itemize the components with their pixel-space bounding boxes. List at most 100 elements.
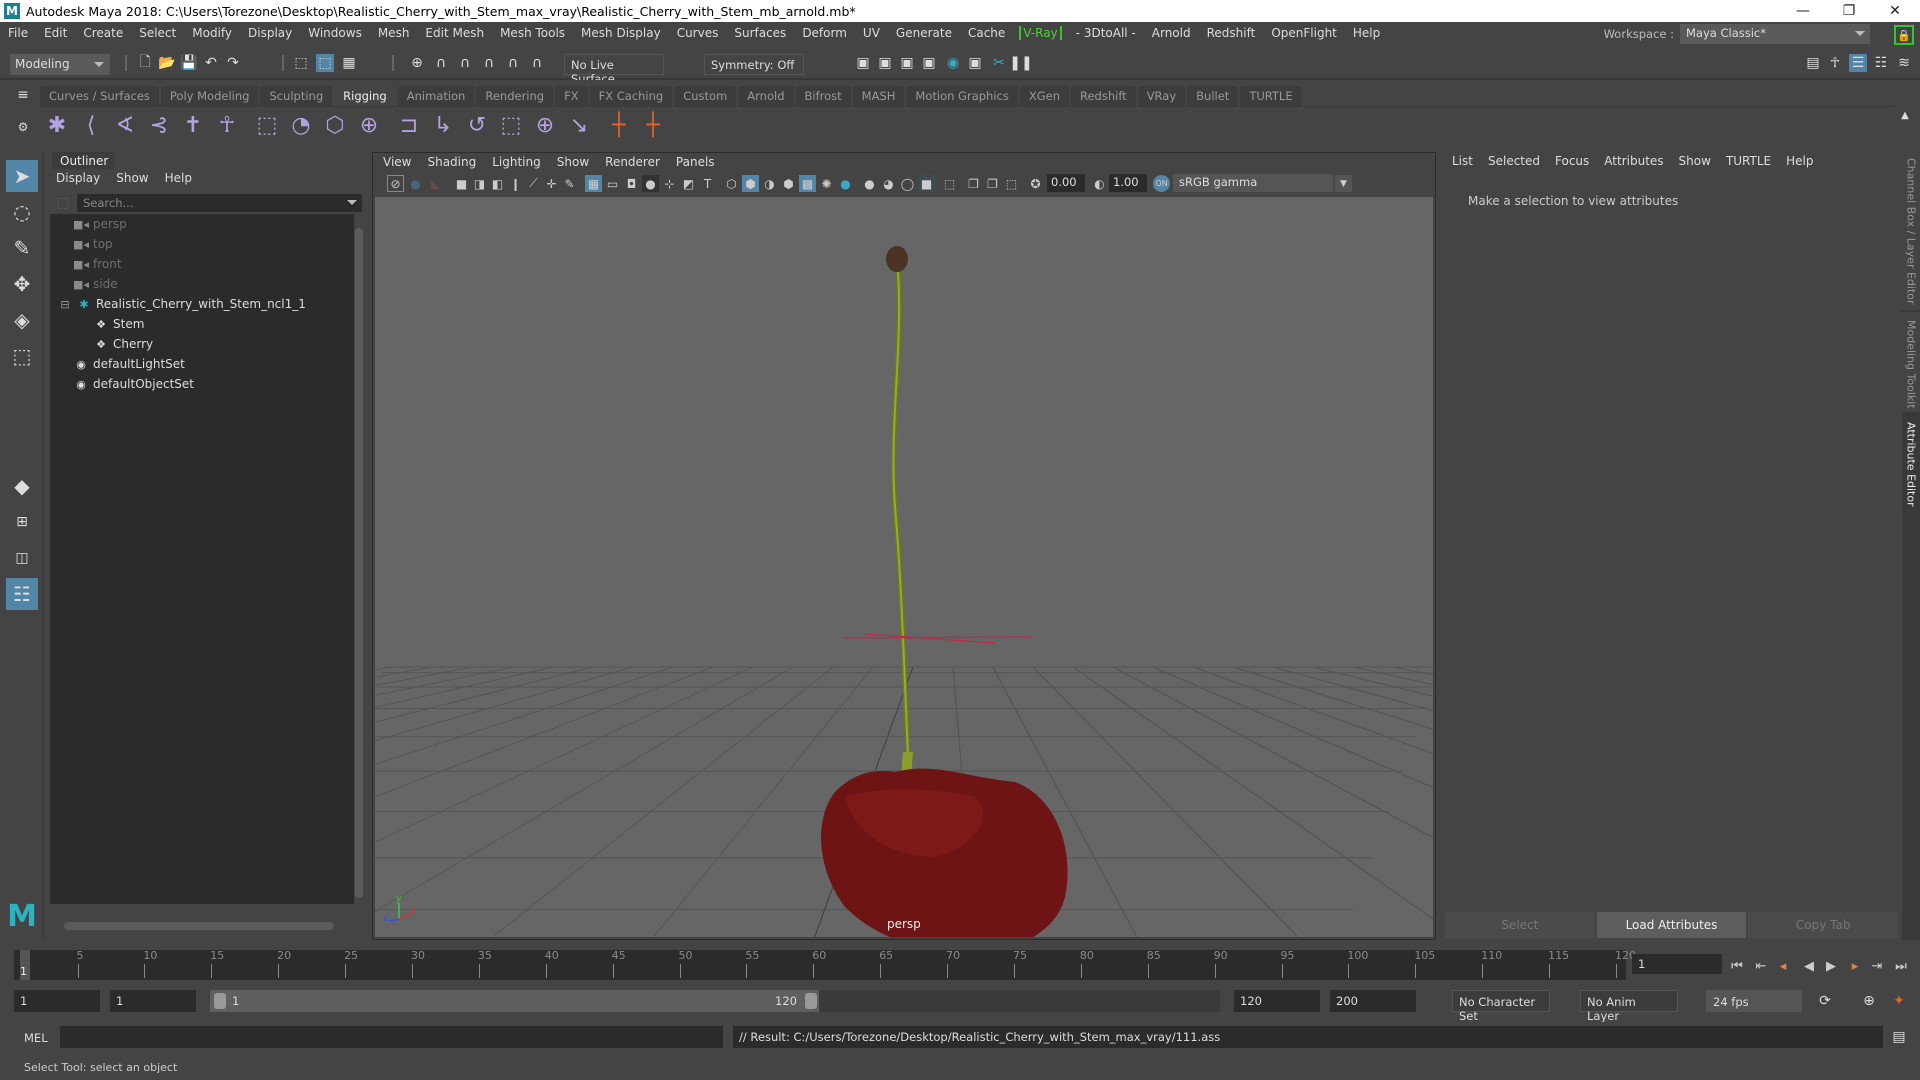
range-bar[interactable]: 1 120 — [210, 990, 1220, 1012]
go-to-start-icon[interactable]: ⏮ — [1728, 957, 1746, 975]
shelf-tab-turtle[interactable]: TURTLE — [1240, 86, 1302, 106]
menu-v-ray[interactable]: V-Ray — [1019, 26, 1062, 40]
paint-select-tool-icon[interactable]: ✎ — [6, 232, 38, 264]
shelf-tab-poly-modeling[interactable]: Poly Modeling — [160, 86, 259, 106]
snap-curve-icon[interactable]: ∩ — [432, 54, 450, 72]
screen-space-ao-icon[interactable]: ● — [861, 175, 878, 192]
locator-constraint-icon[interactable]: ┼ — [640, 112, 666, 138]
bookmark-icon[interactable]: ◣ — [427, 175, 444, 192]
render-frame-icon[interactable]: ▣ — [876, 54, 894, 72]
step-back-frame-icon[interactable]: ⇤ — [1752, 957, 1770, 975]
attribute-menu-selected[interactable]: Selected — [1488, 154, 1540, 168]
field-chart-icon[interactable]: ⊹ — [661, 175, 678, 192]
view-transform-chevron-icon[interactable]: ▼ — [1335, 175, 1352, 192]
menu-select[interactable]: Select — [131, 26, 184, 40]
outliner-menu-show[interactable]: Show — [116, 171, 148, 185]
menu-3dtoall[interactable]: - 3DtoAll - — [1068, 26, 1144, 40]
shelf-tab-fx[interactable]: FX — [555, 86, 588, 106]
lattice-icon[interactable]: ⬡ — [322, 112, 348, 138]
outliner-tab[interactable]: Outliner — [52, 152, 114, 169]
snap-view-icon[interactable]: ∩ — [480, 54, 498, 72]
menu-openflight[interactable]: OpenFlight — [1263, 26, 1345, 40]
gamma-icon[interactable]: ◐ — [1091, 175, 1108, 192]
outliner-item[interactable]: ❖ Cherry — [94, 334, 153, 354]
viewport-menu-renderer[interactable]: Renderer — [605, 155, 660, 169]
shelf-tab-motion-graphics[interactable]: Motion Graphics — [906, 86, 1018, 106]
scale-constraint-icon[interactable]: ⬚ — [498, 112, 524, 138]
render-settings-icon[interactable]: ▣ — [920, 54, 938, 72]
symmetry-dropdown[interactable]: Symmetry: Off — [704, 54, 804, 75]
save-scene-icon[interactable]: 💾 — [180, 54, 198, 72]
copy-tab-button[interactable]: Copy Tab — [1748, 912, 1899, 938]
menu-cache[interactable]: Cache — [960, 26, 1013, 40]
menu-modify[interactable]: Modify — [184, 26, 240, 40]
snap-live-icon[interactable]: ∩ — [528, 54, 546, 72]
collapse-icon[interactable]: ⊟ — [58, 298, 72, 311]
gamma-field[interactable]: 1.00 — [1109, 174, 1147, 192]
gate-mask-icon[interactable]: ● — [642, 175, 659, 192]
3d-scene[interactable]: y x z persp — [375, 197, 1433, 937]
exposure-icon[interactable]: ✪ — [1027, 175, 1044, 192]
menu-windows[interactable]: Windows — [300, 26, 370, 40]
scale-tool-icon[interactable]: ⬚ — [6, 340, 38, 372]
tool-settings-icon[interactable]: ☷ — [1872, 54, 1890, 72]
outliner-item[interactable]: ◉ defaultLightSet — [74, 354, 185, 374]
snap-grid-icon[interactable]: ⊕ — [408, 54, 426, 72]
hypershade-icon[interactable]: ◉ — [944, 54, 962, 72]
smooth-shade-icon[interactable]: ⬢ — [742, 175, 759, 192]
move-tool-icon[interactable]: ✥ — [6, 268, 38, 300]
redo-icon[interactable]: ↷ — [224, 54, 242, 72]
attribute-menu-list[interactable]: List — [1452, 154, 1473, 168]
play-forwards-icon[interactable]: ▶ — [1822, 957, 1840, 975]
wireframe-icon[interactable]: ⬡ — [723, 175, 740, 192]
outliner-menu-display[interactable]: Display — [56, 171, 100, 185]
play-backwards-icon[interactable]: ◀ — [1800, 957, 1818, 975]
aim-constraint-icon[interactable]: ⊕ — [532, 112, 558, 138]
parent-constraint-icon[interactable]: ⊐ — [396, 112, 422, 138]
paint-weights-icon[interactable]: ◔ — [288, 112, 314, 138]
shelf-tab-rigging[interactable]: Rigging — [334, 86, 396, 106]
time-slider-track[interactable]: 1 5 10 15 20 25 30 35 40 45 50 55 60 65 70 75 80 85 90 95 1… — [14, 949, 1636, 980]
workspace-dropdown[interactable]: Maya Classic* — [1680, 24, 1870, 44]
render-view-icon[interactable]: ▣ — [854, 54, 872, 72]
undo-icon[interactable]: ↶ — [202, 54, 220, 72]
point-constraint-icon[interactable]: ↳ — [430, 112, 456, 138]
menu-set-dropdown[interactable]: Modeling — [10, 54, 110, 75]
shelf-tab-xgen[interactable]: XGen — [1019, 86, 1069, 106]
textured-icon[interactable]: ▩ — [799, 175, 816, 192]
animation-start-field[interactable]: 1 — [14, 990, 100, 1012]
shelf-tab-mash[interactable]: MASH — [852, 86, 905, 106]
outliner-item[interactable]: ⊟ ✱ Realistic_Cherry_with_Stem_ncl1_1 — [60, 294, 306, 314]
outliner-search-input[interactable]: Search... — [77, 194, 362, 212]
channel-box-icon[interactable]: ≋ — [1895, 54, 1913, 72]
outliner-item[interactable]: ◉ defaultObjectSet — [74, 374, 194, 394]
current-frame-marker[interactable]: 1 — [20, 950, 30, 980]
outliner-item[interactable]: ■◂ top — [73, 234, 113, 254]
attribute-menu-focus[interactable]: Focus — [1555, 154, 1589, 168]
viewport-menu-view[interactable]: View — [383, 155, 411, 169]
shelf-settings-icon[interactable]: ⚙ — [14, 118, 32, 136]
viewport-menu-show[interactable]: Show — [557, 155, 589, 169]
character-set-dropdown[interactable]: No Character Set — [1452, 990, 1550, 1023]
auto-key-icon[interactable]: ⊕ — [1860, 992, 1878, 1010]
menu-curves[interactable]: Curves — [669, 26, 727, 40]
isolate-select-icon[interactable]: ⬚ — [941, 175, 958, 192]
lights-icon[interactable]: ✺ — [818, 175, 835, 192]
menu-mesh-display[interactable]: Mesh Display — [573, 26, 669, 40]
outliner-item[interactable]: ■◂ side — [73, 274, 118, 294]
filter-icon[interactable]: ⬚ — [54, 194, 72, 212]
film-gate-icon[interactable]: ▭ — [604, 175, 621, 192]
attribute-menu-show[interactable]: Show — [1679, 154, 1711, 168]
outliner-menu-help[interactable]: Help — [165, 171, 192, 185]
step-forward-key-icon[interactable]: ▸ — [1846, 957, 1864, 975]
xray-joints-icon[interactable]: ❐ — [984, 175, 1001, 192]
modeling-toolkit-tab[interactable]: Modeling Toolkit — [1902, 312, 1920, 412]
cluster-icon[interactable]: ⊕ — [356, 112, 382, 138]
modeling-toolkit-icon[interactable]: ▤ — [1804, 54, 1822, 72]
lock-icon[interactable]: 🔒 — [1894, 25, 1914, 45]
shelf-tab-fx-caching[interactable]: FX Caching — [589, 86, 673, 106]
outliner-item[interactable]: ■◂ persp — [73, 214, 127, 234]
command-input[interactable] — [60, 1026, 723, 1048]
camera-attributes-icon[interactable]: ● — [407, 175, 424, 192]
light-editor-icon[interactable]: ✂ — [990, 54, 1008, 72]
